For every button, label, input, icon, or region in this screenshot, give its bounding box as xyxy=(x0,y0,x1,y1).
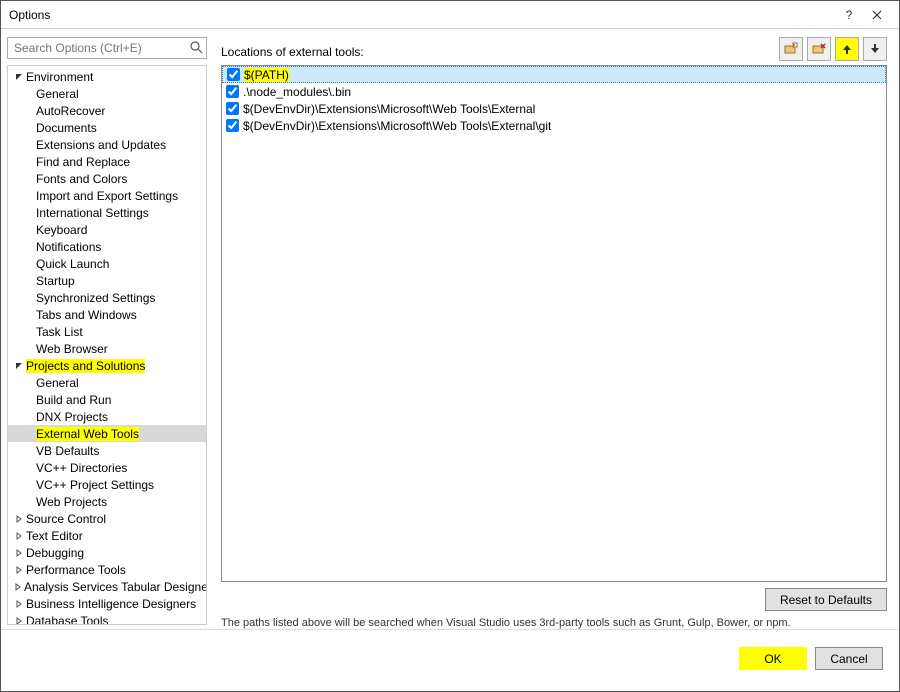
help-button[interactable]: ? xyxy=(835,3,863,27)
list-item-text: $(DevEnvDir)\Extensions\Microsoft\Web To… xyxy=(243,119,551,133)
tree-label: Projects and Solutions xyxy=(26,359,145,373)
list-item-text: $(PATH) xyxy=(244,68,289,82)
tree-node-projects[interactable]: Projects and Solutions xyxy=(8,357,206,374)
tree-item[interactable]: Build and Run xyxy=(8,391,206,408)
list-item[interactable]: $(DevEnvDir)\Extensions\Microsoft\Web To… xyxy=(222,117,886,134)
tree-item[interactable]: VB Defaults xyxy=(8,442,206,459)
list-item-text: .\node_modules\.bin xyxy=(243,85,351,99)
tree-item[interactable]: Task List xyxy=(8,323,206,340)
list-checkbox[interactable] xyxy=(226,102,239,115)
titlebar: Options ? xyxy=(1,1,899,29)
expand-icon xyxy=(14,514,24,524)
list-checkbox[interactable] xyxy=(226,119,239,132)
search-container xyxy=(7,37,207,59)
tree-item[interactable]: Find and Replace xyxy=(8,153,206,170)
list-item[interactable]: $(PATH) xyxy=(222,66,886,83)
search-icon xyxy=(189,40,203,54)
locations-label: Locations of external tools: xyxy=(221,45,779,61)
tree-item[interactable]: Web Browser xyxy=(8,340,206,357)
tree-item[interactable]: Documents xyxy=(8,119,206,136)
remove-folder-button[interactable] xyxy=(807,37,831,61)
tree-item[interactable]: International Settings xyxy=(8,204,206,221)
tree-node[interactable]: Text Editor xyxy=(8,527,206,544)
new-folder-icon xyxy=(784,42,798,56)
collapse-icon xyxy=(14,361,24,371)
tree-item[interactable]: General xyxy=(8,374,206,391)
tree-item[interactable]: DNX Projects xyxy=(8,408,206,425)
list-item-text: $(DevEnvDir)\Extensions\Microsoft\Web To… xyxy=(243,102,535,116)
tree-node-environment[interactable]: Environment xyxy=(8,68,206,85)
tree-item[interactable]: Fonts and Colors xyxy=(8,170,206,187)
tree-item[interactable]: Web Projects xyxy=(8,493,206,510)
search-input[interactable] xyxy=(7,37,207,59)
list-item[interactable]: .\node_modules\.bin xyxy=(222,83,886,100)
expand-icon xyxy=(14,582,22,592)
move-up-button[interactable] xyxy=(835,37,859,61)
tree-item[interactable]: Tabs and Windows xyxy=(8,306,206,323)
tree-item[interactable]: Import and Export Settings xyxy=(8,187,206,204)
list-item[interactable]: $(DevEnvDir)\Extensions\Microsoft\Web To… xyxy=(222,100,886,117)
list-checkbox[interactable] xyxy=(227,68,240,81)
tree-item[interactable]: Quick Launch xyxy=(8,255,206,272)
expand-icon xyxy=(14,548,24,558)
tree-item-external-web-tools[interactable]: External Web Tools xyxy=(8,425,206,442)
add-folder-button[interactable] xyxy=(779,37,803,61)
tree-item[interactable]: VC++ Project Settings xyxy=(8,476,206,493)
tree-node[interactable]: Analysis Services Tabular Designers xyxy=(8,578,206,595)
delete-folder-icon xyxy=(812,42,826,56)
dialog-footer: OK Cancel xyxy=(1,629,899,687)
left-panel: Environment General AutoRecover Document… xyxy=(1,29,211,629)
window-title: Options xyxy=(9,8,835,22)
right-panel: Locations of external tools: $(PATH) .\n… xyxy=(211,29,899,629)
arrow-up-icon xyxy=(841,43,853,55)
list-checkbox[interactable] xyxy=(226,85,239,98)
tree-node[interactable]: Debugging xyxy=(8,544,206,561)
options-tree[interactable]: Environment General AutoRecover Document… xyxy=(7,65,207,625)
ok-button[interactable]: OK xyxy=(739,647,807,670)
tree-node[interactable]: Business Intelligence Designers xyxy=(8,595,206,612)
tree-item[interactable]: Extensions and Updates xyxy=(8,136,206,153)
tree-item[interactable]: Notifications xyxy=(8,238,206,255)
cancel-button[interactable]: Cancel xyxy=(815,647,883,670)
expand-icon xyxy=(14,565,24,575)
close-icon xyxy=(872,10,882,20)
move-down-button[interactable] xyxy=(863,37,887,61)
tree-item[interactable]: AutoRecover xyxy=(8,102,206,119)
tree-item[interactable]: VC++ Directories xyxy=(8,459,206,476)
tree-node[interactable]: Source Control xyxy=(8,510,206,527)
expand-icon xyxy=(14,616,24,626)
tree-label: Environment xyxy=(26,70,93,84)
reset-defaults-button[interactable]: Reset to Defaults xyxy=(765,588,887,611)
expand-icon xyxy=(14,531,24,541)
expand-icon xyxy=(14,599,24,609)
description-text: The paths listed above will be searched … xyxy=(221,617,887,629)
arrow-down-icon xyxy=(869,43,881,55)
collapse-icon xyxy=(14,72,24,82)
tree-item[interactable]: Synchronized Settings xyxy=(8,289,206,306)
tree-item[interactable]: Keyboard xyxy=(8,221,206,238)
tree-node[interactable]: Database Tools xyxy=(8,612,206,625)
close-button[interactable] xyxy=(863,3,891,27)
tree-item[interactable]: Startup xyxy=(8,272,206,289)
locations-listbox[interactable]: $(PATH) .\node_modules\.bin $(DevEnvDir)… xyxy=(221,65,887,582)
tree-item[interactable]: General xyxy=(8,85,206,102)
tree-node[interactable]: Performance Tools xyxy=(8,561,206,578)
